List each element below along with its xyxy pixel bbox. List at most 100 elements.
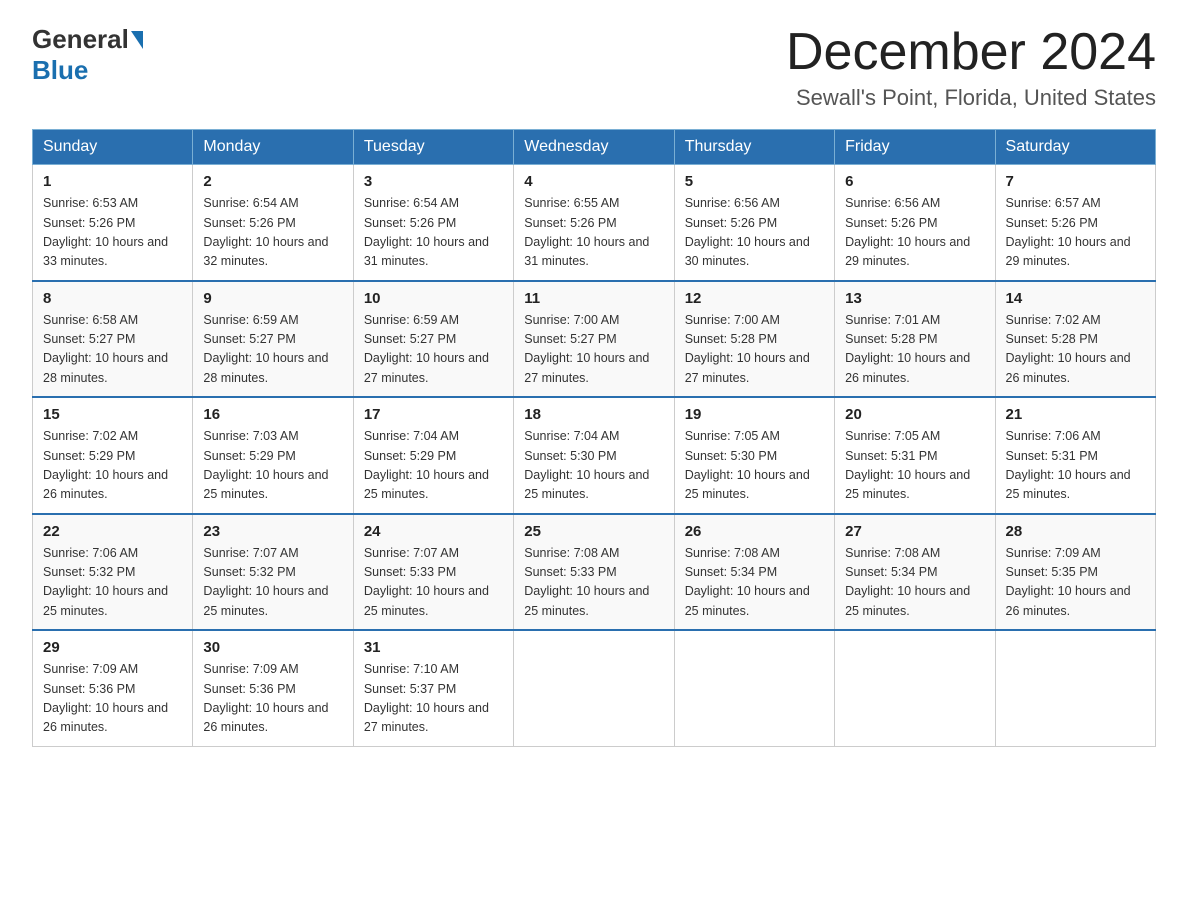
- calendar-cell: 29 Sunrise: 7:09 AMSunset: 5:36 PMDaylig…: [33, 630, 193, 746]
- weekday-header-saturday: Saturday: [995, 130, 1155, 165]
- day-info: Sunrise: 7:00 AMSunset: 5:28 PMDaylight:…: [685, 313, 810, 385]
- calendar-cell: 19 Sunrise: 7:05 AMSunset: 5:30 PMDaylig…: [674, 397, 834, 514]
- calendar-cell: [835, 630, 995, 746]
- logo-general-text: General: [32, 24, 129, 55]
- calendar-cell: 14 Sunrise: 7:02 AMSunset: 5:28 PMDaylig…: [995, 281, 1155, 398]
- day-info: Sunrise: 6:59 AMSunset: 5:27 PMDaylight:…: [364, 313, 489, 385]
- weekday-header-monday: Monday: [193, 130, 353, 165]
- day-number: 23: [203, 523, 342, 540]
- day-info: Sunrise: 6:56 AMSunset: 5:26 PMDaylight:…: [685, 196, 810, 268]
- day-number: 2: [203, 173, 342, 190]
- calendar-week-1: 1 Sunrise: 6:53 AMSunset: 5:26 PMDayligh…: [33, 165, 1156, 281]
- calendar-cell: 2 Sunrise: 6:54 AMSunset: 5:26 PMDayligh…: [193, 165, 353, 281]
- calendar-cell: 11 Sunrise: 7:00 AMSunset: 5:27 PMDaylig…: [514, 281, 674, 398]
- day-number: 3: [364, 173, 503, 190]
- calendar-cell: 28 Sunrise: 7:09 AMSunset: 5:35 PMDaylig…: [995, 514, 1155, 631]
- weekday-header-sunday: Sunday: [33, 130, 193, 165]
- day-number: 26: [685, 523, 824, 540]
- month-title: December 2024: [786, 24, 1156, 81]
- day-number: 19: [685, 406, 824, 423]
- day-number: 5: [685, 173, 824, 190]
- day-info: Sunrise: 7:00 AMSunset: 5:27 PMDaylight:…: [524, 313, 649, 385]
- calendar-cell: 16 Sunrise: 7:03 AMSunset: 5:29 PMDaylig…: [193, 397, 353, 514]
- calendar-cell: [995, 630, 1155, 746]
- day-number: 7: [1006, 173, 1145, 190]
- location-title: Sewall's Point, Florida, United States: [786, 85, 1156, 111]
- day-number: 12: [685, 290, 824, 307]
- day-info: Sunrise: 7:08 AMSunset: 5:33 PMDaylight:…: [524, 546, 649, 618]
- day-number: 10: [364, 290, 503, 307]
- day-number: 16: [203, 406, 342, 423]
- calendar-cell: 1 Sunrise: 6:53 AMSunset: 5:26 PMDayligh…: [33, 165, 193, 281]
- day-number: 15: [43, 406, 182, 423]
- day-info: Sunrise: 7:09 AMSunset: 5:36 PMDaylight:…: [203, 662, 328, 734]
- calendar-cell: 23 Sunrise: 7:07 AMSunset: 5:32 PMDaylig…: [193, 514, 353, 631]
- logo-blue-text: Blue: [32, 55, 88, 86]
- calendar-cell: 15 Sunrise: 7:02 AMSunset: 5:29 PMDaylig…: [33, 397, 193, 514]
- day-info: Sunrise: 6:54 AMSunset: 5:26 PMDaylight:…: [203, 196, 328, 268]
- day-info: Sunrise: 6:58 AMSunset: 5:27 PMDaylight:…: [43, 313, 168, 385]
- day-number: 30: [203, 639, 342, 656]
- day-info: Sunrise: 7:03 AMSunset: 5:29 PMDaylight:…: [203, 429, 328, 501]
- day-info: Sunrise: 6:59 AMSunset: 5:27 PMDaylight:…: [203, 313, 328, 385]
- calendar-cell: 17 Sunrise: 7:04 AMSunset: 5:29 PMDaylig…: [353, 397, 513, 514]
- calendar-cell: 21 Sunrise: 7:06 AMSunset: 5:31 PMDaylig…: [995, 397, 1155, 514]
- day-number: 13: [845, 290, 984, 307]
- day-number: 22: [43, 523, 182, 540]
- calendar-cell: 9 Sunrise: 6:59 AMSunset: 5:27 PMDayligh…: [193, 281, 353, 398]
- day-info: Sunrise: 7:06 AMSunset: 5:31 PMDaylight:…: [1006, 429, 1131, 501]
- day-number: 8: [43, 290, 182, 307]
- calendar-header-row: SundayMondayTuesdayWednesdayThursdayFrid…: [33, 130, 1156, 165]
- day-info: Sunrise: 7:07 AMSunset: 5:32 PMDaylight:…: [203, 546, 328, 618]
- day-number: 27: [845, 523, 984, 540]
- day-info: Sunrise: 7:04 AMSunset: 5:29 PMDaylight:…: [364, 429, 489, 501]
- day-number: 20: [845, 406, 984, 423]
- day-info: Sunrise: 7:04 AMSunset: 5:30 PMDaylight:…: [524, 429, 649, 501]
- calendar-week-5: 29 Sunrise: 7:09 AMSunset: 5:36 PMDaylig…: [33, 630, 1156, 746]
- calendar-week-3: 15 Sunrise: 7:02 AMSunset: 5:29 PMDaylig…: [33, 397, 1156, 514]
- day-info: Sunrise: 7:02 AMSunset: 5:29 PMDaylight:…: [43, 429, 168, 501]
- calendar-cell: 7 Sunrise: 6:57 AMSunset: 5:26 PMDayligh…: [995, 165, 1155, 281]
- day-info: Sunrise: 6:54 AMSunset: 5:26 PMDaylight:…: [364, 196, 489, 268]
- calendar-week-4: 22 Sunrise: 7:06 AMSunset: 5:32 PMDaylig…: [33, 514, 1156, 631]
- day-number: 14: [1006, 290, 1145, 307]
- day-number: 4: [524, 173, 663, 190]
- day-info: Sunrise: 7:09 AMSunset: 5:35 PMDaylight:…: [1006, 546, 1131, 618]
- day-info: Sunrise: 7:05 AMSunset: 5:30 PMDaylight:…: [685, 429, 810, 501]
- calendar-cell: 31 Sunrise: 7:10 AMSunset: 5:37 PMDaylig…: [353, 630, 513, 746]
- day-info: Sunrise: 6:55 AMSunset: 5:26 PMDaylight:…: [524, 196, 649, 268]
- calendar-cell: 30 Sunrise: 7:09 AMSunset: 5:36 PMDaylig…: [193, 630, 353, 746]
- day-info: Sunrise: 7:10 AMSunset: 5:37 PMDaylight:…: [364, 662, 489, 734]
- day-info: Sunrise: 7:08 AMSunset: 5:34 PMDaylight:…: [845, 546, 970, 618]
- calendar-cell: 6 Sunrise: 6:56 AMSunset: 5:26 PMDayligh…: [835, 165, 995, 281]
- day-number: 24: [364, 523, 503, 540]
- day-info: Sunrise: 6:56 AMSunset: 5:26 PMDaylight:…: [845, 196, 970, 268]
- calendar-cell: 26 Sunrise: 7:08 AMSunset: 5:34 PMDaylig…: [674, 514, 834, 631]
- day-number: 6: [845, 173, 984, 190]
- weekday-header-tuesday: Tuesday: [353, 130, 513, 165]
- calendar-cell: 24 Sunrise: 7:07 AMSunset: 5:33 PMDaylig…: [353, 514, 513, 631]
- weekday-header-friday: Friday: [835, 130, 995, 165]
- calendar-cell: 20 Sunrise: 7:05 AMSunset: 5:31 PMDaylig…: [835, 397, 995, 514]
- day-number: 11: [524, 290, 663, 307]
- day-number: 1: [43, 173, 182, 190]
- day-info: Sunrise: 7:02 AMSunset: 5:28 PMDaylight:…: [1006, 313, 1131, 385]
- day-number: 21: [1006, 406, 1145, 423]
- calendar-cell: 8 Sunrise: 6:58 AMSunset: 5:27 PMDayligh…: [33, 281, 193, 398]
- day-number: 28: [1006, 523, 1145, 540]
- calendar-table: SundayMondayTuesdayWednesdayThursdayFrid…: [32, 129, 1156, 747]
- calendar-cell: 4 Sunrise: 6:55 AMSunset: 5:26 PMDayligh…: [514, 165, 674, 281]
- calendar-cell: 27 Sunrise: 7:08 AMSunset: 5:34 PMDaylig…: [835, 514, 995, 631]
- logo: General Blue: [32, 24, 145, 86]
- calendar-cell: 22 Sunrise: 7:06 AMSunset: 5:32 PMDaylig…: [33, 514, 193, 631]
- calendar-cell: [674, 630, 834, 746]
- day-info: Sunrise: 6:53 AMSunset: 5:26 PMDaylight:…: [43, 196, 168, 268]
- day-number: 25: [524, 523, 663, 540]
- day-number: 17: [364, 406, 503, 423]
- title-section: December 2024 Sewall's Point, Florida, U…: [786, 24, 1156, 111]
- page-header: General Blue December 2024 Sewall's Poin…: [32, 24, 1156, 111]
- logo-arrow-icon: [131, 31, 143, 49]
- day-number: 18: [524, 406, 663, 423]
- calendar-cell: 25 Sunrise: 7:08 AMSunset: 5:33 PMDaylig…: [514, 514, 674, 631]
- calendar-cell: 12 Sunrise: 7:00 AMSunset: 5:28 PMDaylig…: [674, 281, 834, 398]
